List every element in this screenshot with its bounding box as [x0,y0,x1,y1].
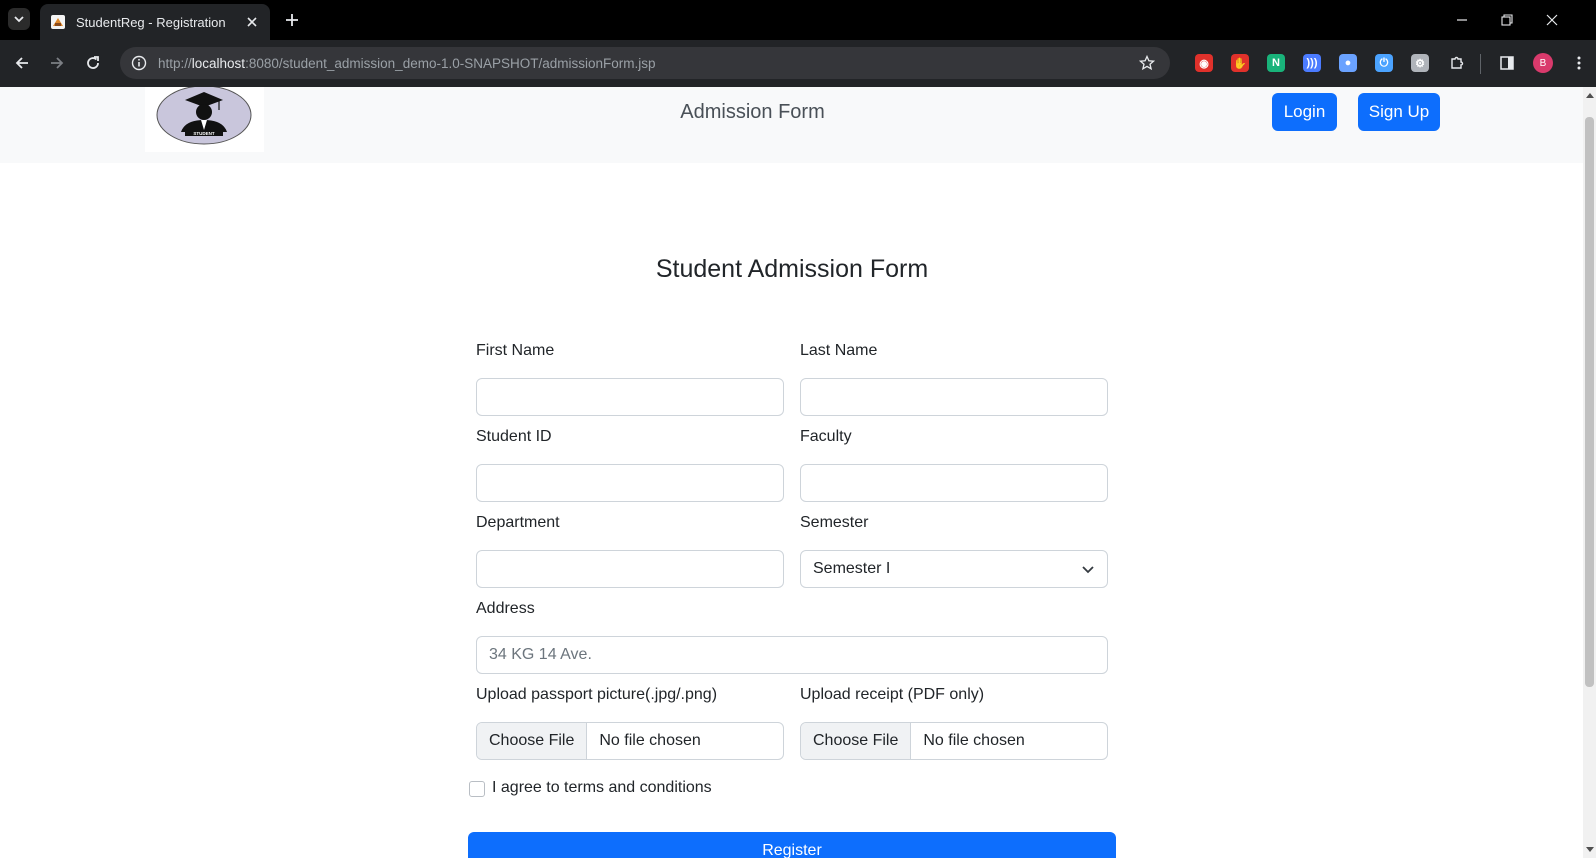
search-extension-icon[interactable]: ● [1339,54,1357,72]
receipt-file-input[interactable]: Choose File No file chosen [800,722,1108,760]
login-button[interactable]: Login [1272,93,1337,131]
student-id-input[interactable] [476,464,784,502]
window-close-button[interactable] [1542,10,1562,30]
gear-extension-icon[interactable]: ⚙ [1411,54,1429,72]
semester-selected-value: Semester I [813,560,891,577]
extensions-puzzle-button[interactable] [1447,53,1467,73]
address-label: Address [476,600,535,617]
toolbar-separator [1480,54,1481,74]
wave-extension-icon[interactable]: ))) [1303,54,1321,72]
forward-button[interactable] [47,53,67,73]
receipt-upload-label: Upload receipt (PDF only) [800,686,985,703]
power-extension-icon[interactable]: ⏻ [1375,54,1393,72]
student-graduate-icon: STUDENT [156,87,252,145]
address-bar[interactable]: http://localhost:8080/student_admission_… [120,47,1170,79]
minimize-button[interactable] [1452,10,1472,30]
url-path: :8080/student_admission_demo-1.0-SNAPSHO… [245,55,656,71]
scroll-down-arrow-icon[interactable] [1586,847,1594,852]
active-tab[interactable]: StudentReg - Registration [40,4,270,40]
student-id-label: Student ID [476,428,552,445]
chevron-down-icon [1082,566,1094,574]
semester-select[interactable]: Semester I [800,550,1108,588]
department-label: Department [476,514,560,531]
profile-avatar[interactable]: B [1533,53,1553,73]
receipt-file-status: No file chosen [923,732,1025,749]
terms-label[interactable]: I agree to terms and conditions [492,779,712,797]
red-circle-extension-icon[interactable]: ◉ [1195,54,1213,72]
page-viewport: STUDENT Admission Form Login Sign Up Stu… [0,87,1583,858]
register-button[interactable]: Register [468,832,1116,858]
minimize-icon [1457,19,1467,21]
semester-label: Semester [800,514,869,531]
logo-text: STUDENT [193,131,215,136]
terms-checkbox[interactable] [469,781,485,797]
passport-upload-label: Upload passport picture(.jpg/.png) [476,686,718,703]
passport-choose-file-button[interactable]: Choose File [477,723,588,759]
plus-icon [286,14,298,26]
department-input[interactable] [476,550,784,588]
passport-file-input[interactable]: Choose File No file chosen [476,722,784,760]
student-logo[interactable]: STUDENT [145,87,264,152]
url-host: localhost [191,55,246,71]
url-scheme: http:// [158,55,192,71]
close-icon [247,17,257,27]
browser-toolbar: http://localhost:8080/student_admission_… [0,40,1596,87]
first-name-label: First Name [476,342,555,359]
favicon-icon [51,15,65,29]
tab-title: StudentReg - Registration [76,14,226,30]
arrow-left-icon [15,57,28,69]
new-tab-button[interactable] [282,10,302,30]
page-scrollbar[interactable] [1583,87,1596,858]
browser-menu-button[interactable] [1569,53,1589,73]
tab-search-button[interactable] [8,8,30,30]
site-header: STUDENT Admission Form Login Sign Up [0,87,1583,163]
n-extension-icon[interactable]: N [1267,54,1285,72]
side-panel-button[interactable] [1497,53,1517,73]
reload-button[interactable] [83,53,103,73]
address-input[interactable] [476,636,1108,674]
close-icon [1546,14,1558,26]
first-name-input[interactable] [476,378,784,416]
puzzle-icon [1451,56,1464,69]
last-name-input[interactable] [800,378,1108,416]
scroll-up-arrow-icon[interactable] [1586,93,1594,98]
faculty-input[interactable] [800,464,1108,502]
passport-file-status: No file chosen [599,732,701,749]
red-hand-extension-icon[interactable]: ✋ [1231,54,1249,72]
restore-icon [1501,14,1513,26]
signup-button[interactable]: Sign Up [1358,93,1440,131]
side-panel-icon [1500,56,1514,70]
reload-icon [87,56,99,69]
back-button[interactable] [12,53,32,73]
arrow-right-icon [51,57,64,69]
last-name-label: Last Name [800,342,878,359]
url-text: http://localhost:8080/student_admission_… [158,56,656,71]
browser-tab-bar: StudentReg - Registration [0,0,1596,40]
form-title: Student Admission Form [655,255,929,283]
chevron-down-icon [14,16,24,23]
bookmark-star-icon[interactable] [1138,54,1156,72]
kebab-menu-icon [1577,56,1581,70]
faculty-label: Faculty [800,428,852,445]
scrollbar-thumb[interactable] [1585,117,1594,687]
restore-button[interactable] [1497,10,1517,30]
tab-close-button[interactable] [244,14,260,30]
site-info-icon[interactable] [130,54,148,72]
page-heading: Admission Form [680,101,825,123]
receipt-choose-file-button[interactable]: Choose File [801,723,912,759]
